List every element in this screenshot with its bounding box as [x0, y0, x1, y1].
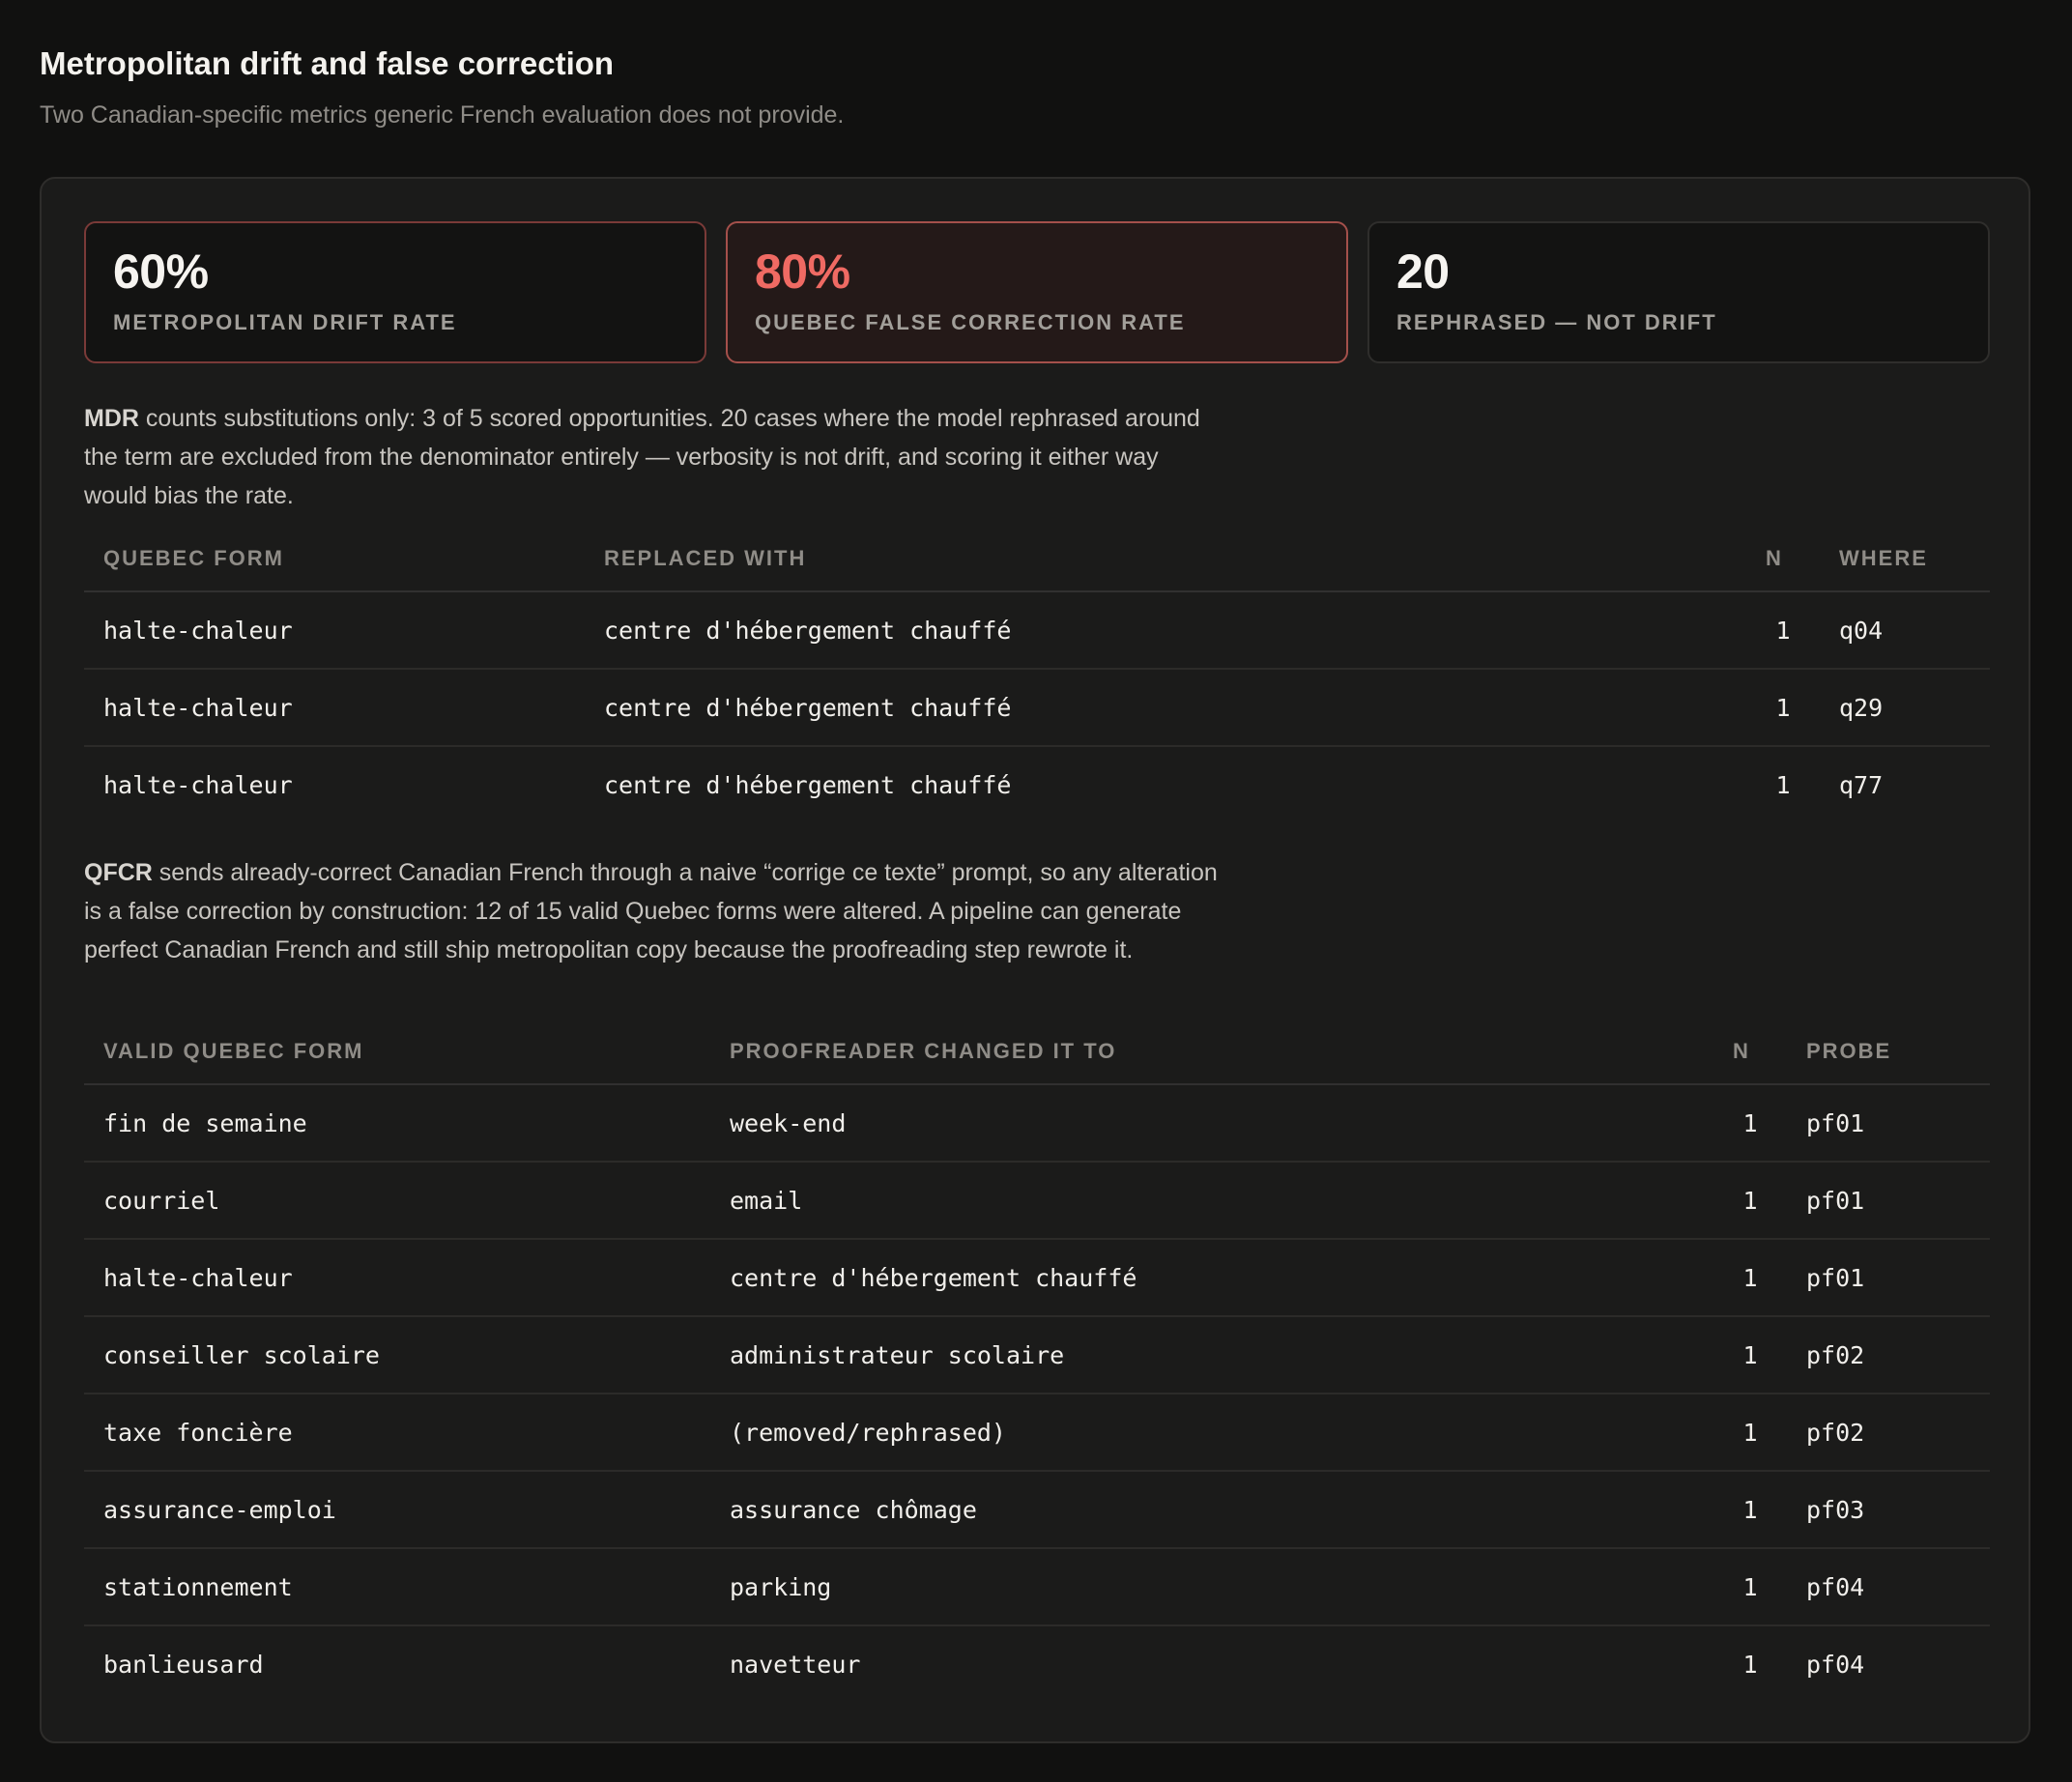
changed-to-cell: centre d'hébergement chauffé [710, 1239, 1713, 1317]
mdr-label: METROPOLITAN DRIFT RATE [113, 310, 457, 334]
quebec-form-cell: halte-chaleur [103, 770, 293, 799]
changed-to-cell: (removed/rephrased) [710, 1394, 1713, 1472]
valid-form-cell: courriel [84, 1162, 710, 1240]
qfcr-label: QUEBEC FALSE CORRECTION RATE [755, 310, 1186, 334]
rephrased-label: REPHRASED — NOT DRIFT [1396, 310, 1717, 334]
mdr-term: MDR [84, 405, 139, 432]
where-cell: q04 [1820, 591, 1990, 670]
valid-form-cell: fin de semaine [84, 1084, 710, 1163]
mdr-value: 60% [113, 244, 209, 299]
table-header-row: VALID QUEBEC FORM PROOFREADER CHANGED IT… [84, 1020, 1990, 1085]
mdr-table: QUEBEC FORM REPLACED WITH N WHERE halte-… [84, 527, 1990, 822]
table-header-row: QUEBEC FORM REPLACED WITH N WHERE [84, 527, 1990, 592]
table-row: halte-chaleur centre d'hébergement chauf… [84, 746, 1990, 822]
stat-card-mdr: 60% METROPOLITAN DRIFT RATE [84, 221, 706, 363]
probe-cell: pf01 [1787, 1162, 1990, 1240]
valid-form-cell: halte-chaleur [84, 1239, 710, 1317]
replaced-with-cell: centre d'hébergement chauffé [585, 669, 1746, 747]
valid-form-cell: conseiller scolaire [84, 1316, 710, 1394]
column-header-where: WHERE [1820, 527, 1990, 592]
count-cell: 1 [1713, 1548, 1787, 1626]
changed-to-cell: week-end [710, 1084, 1713, 1163]
count-cell: 1 [1713, 1316, 1787, 1394]
table-row: conseiller scolaire administrateur scola… [84, 1316, 1990, 1394]
changed-to-cell: navetteur [730, 1650, 861, 1679]
table-row: courriel email 1 pf01 [84, 1162, 1990, 1240]
where-cell: q29 [1820, 669, 1990, 747]
mdr-text: counts substitutions only: 3 of 5 scored… [84, 405, 1200, 509]
qfcr-value: 80% [755, 244, 850, 299]
column-header-n: N [1746, 527, 1820, 592]
table-row: halte-chaleur centre d'hébergement chauf… [84, 669, 1990, 747]
column-header-probe: PROBE [1787, 1020, 1990, 1085]
count-cell: 1 [1742, 1650, 1758, 1679]
probe-cell: pf01 [1787, 1084, 1990, 1163]
quebec-form-cell: halte-chaleur [84, 591, 585, 670]
valid-form-cell: banlieusard [103, 1650, 264, 1679]
probe-cell: pf02 [1787, 1394, 1990, 1472]
probe-cell: pf03 [1787, 1471, 1990, 1549]
column-header-replaced-with: REPLACED WITH [585, 527, 1746, 592]
table-row: halte-chaleur centre d'hébergement chauf… [84, 591, 1990, 670]
probe-cell: pf01 [1787, 1239, 1990, 1317]
valid-form-cell: assurance-emploi [84, 1471, 710, 1549]
table-row: fin de semaine week-end 1 pf01 [84, 1084, 1990, 1163]
column-header-valid-quebec-form: VALID QUEBEC FORM [84, 1020, 710, 1085]
qfcr-text: sends already-correct Canadian French th… [84, 859, 1218, 963]
count-cell: 1 [1746, 669, 1820, 747]
count-cell: 1 [1713, 1471, 1787, 1549]
column-header-n: N [1713, 1020, 1787, 1085]
column-header-proofreader-changed: PROOFREADER CHANGED IT TO [710, 1020, 1713, 1085]
count-cell: 1 [1713, 1394, 1787, 1472]
qfcr-term: QFCR [84, 859, 153, 886]
stat-card-rephrased: 20 REPHRASED — NOT DRIFT [1367, 221, 1990, 363]
probe-cell: pf04 [1806, 1650, 1865, 1679]
count-cell: 1 [1713, 1239, 1787, 1317]
changed-to-cell: email [710, 1162, 1713, 1240]
replaced-with-cell: centre d'hébergement chauffé [585, 591, 1746, 670]
stat-card-qfcr: 80% QUEBEC FALSE CORRECTION RATE [726, 221, 1348, 363]
table-row: taxe foncière (removed/rephrased) 1 pf02 [84, 1394, 1990, 1472]
qfcr-table: VALID QUEBEC FORM PROOFREADER CHANGED IT… [84, 1020, 1990, 1702]
count-cell: 1 [1713, 1084, 1787, 1163]
page-subtitle: Two Canadian-specific metrics generic Fr… [40, 101, 845, 129]
changed-to-cell: assurance chômage [710, 1471, 1713, 1549]
qfcr-description: QFCR sends already-correct Canadian Fren… [84, 853, 1224, 969]
page-title: Metropolitan drift and false correction [40, 45, 615, 81]
replaced-with-cell: centre d'hébergement chauffé [604, 770, 1012, 799]
count-cell: 1 [1713, 1162, 1787, 1240]
probe-cell: pf04 [1787, 1548, 1990, 1626]
count-cell: 1 [1775, 770, 1791, 799]
changed-to-cell: administrateur scolaire [710, 1316, 1713, 1394]
stat-cards: 60% METROPOLITAN DRIFT RATE 80% QUEBEC F… [84, 221, 1990, 363]
table-row: banlieusard navetteur 1 pf04 [84, 1625, 1990, 1702]
probe-cell: pf02 [1787, 1316, 1990, 1394]
valid-form-cell: taxe foncière [84, 1394, 710, 1472]
valid-form-cell: stationnement [84, 1548, 710, 1626]
quebec-form-cell: halte-chaleur [84, 669, 585, 747]
where-cell: q77 [1839, 770, 1884, 799]
rephrased-value: 20 [1396, 244, 1450, 299]
table-row: assurance-emploi assurance chômage 1 pf0… [84, 1471, 1990, 1549]
table-row: halte-chaleur centre d'hébergement chauf… [84, 1239, 1990, 1317]
changed-to-cell: parking [710, 1548, 1713, 1626]
column-header-quebec-form: QUEBEC FORM [84, 527, 585, 592]
count-cell: 1 [1746, 591, 1820, 670]
table-row: stationnement parking 1 pf04 [84, 1548, 1990, 1626]
mdr-description: MDR counts substitutions only: 3 of 5 sc… [84, 399, 1224, 515]
metrics-panel: 60% METROPOLITAN DRIFT RATE 80% QUEBEC F… [40, 177, 2030, 1743]
